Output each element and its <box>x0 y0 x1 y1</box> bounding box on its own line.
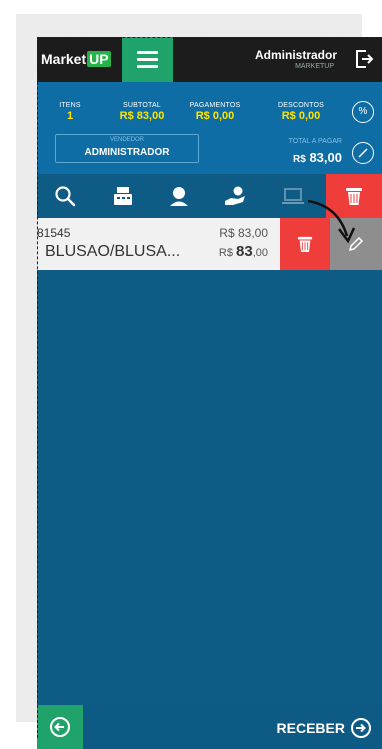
item-unit-price: R$ 83,00 <box>219 226 268 240</box>
payment-hand-icon <box>225 186 245 205</box>
item-total-price: R$ 83,00 <box>218 243 268 260</box>
vendor-selector[interactable]: VENDEDOR ADMINISTRADOR <box>55 134 199 163</box>
cart-item-row[interactable]: 81545 R$ 83,00 BLUSAO/BLUSA... R$ 83,00 <box>37 218 280 270</box>
sale-summary: ITENS 1 SUBTOTAL R$ 83,00 PAGAMENTOS R$ … <box>37 82 382 174</box>
edit-total-button[interactable] <box>352 142 374 164</box>
clear-cart-button[interactable] <box>326 174 382 218</box>
payments: PAGAMENTOS R$ 0,00 <box>189 102 241 122</box>
menu-button[interactable] <box>122 37 173 82</box>
slash-icon <box>358 148 368 158</box>
cash-register-icon <box>114 187 132 205</box>
app-header: Market UP Administrador MARKETUP <box>37 37 382 82</box>
delete-item-button[interactable] <box>280 218 330 270</box>
arrow-right-icon <box>351 718 371 738</box>
cash-register-button[interactable] <box>99 174 147 218</box>
vendor-value: ADMINISTRADOR <box>84 147 170 158</box>
search-button[interactable] <box>41 174 89 218</box>
logout-icon[interactable] <box>354 49 374 69</box>
user-company: MARKETUP <box>295 63 334 70</box>
total-label: TOTAL A PAGAR <box>288 138 342 145</box>
subtotal: SUBTOTAL R$ 83,00 <box>119 102 165 122</box>
discounts: DESCONTOS R$ 0,00 <box>277 102 324 122</box>
total-value: R$ 83,00 <box>293 150 342 165</box>
vendor-label: VENDEDOR <box>109 137 144 143</box>
logo-text: Market <box>41 51 87 67</box>
payment-button[interactable] <box>211 174 259 218</box>
percent-discount-button[interactable]: % <box>352 101 374 123</box>
search-icon <box>55 186 76 207</box>
pos-app: Market UP Administrador MARKETUP ITENS 1 … <box>37 37 382 749</box>
logo-badge: UP <box>87 51 111 67</box>
laptop-button[interactable] <box>269 174 317 218</box>
items-count: ITENS 1 <box>59 102 81 122</box>
receive-button[interactable]: RECEBER <box>277 717 372 739</box>
back-button[interactable] <box>37 705 83 749</box>
pencil-icon <box>348 236 364 252</box>
logo: Market UP <box>41 51 111 67</box>
edit-item-button[interactable] <box>330 218 382 270</box>
customer-icon <box>170 187 188 206</box>
receive-label: RECEBER <box>276 720 345 736</box>
item-code: 81545 <box>37 226 71 240</box>
arrow-left-icon <box>50 717 70 737</box>
action-toolbar <box>37 174 382 218</box>
trash-icon <box>297 236 313 252</box>
laptop-icon <box>282 188 304 204</box>
item-name: BLUSAO/BLUSA... <box>45 243 181 260</box>
customer-button[interactable] <box>155 174 203 218</box>
app-footer: RECEBER <box>37 705 382 749</box>
trash-icon <box>346 188 362 205</box>
hamburger-icon <box>137 51 158 54</box>
user-name: Administrador <box>254 48 337 62</box>
